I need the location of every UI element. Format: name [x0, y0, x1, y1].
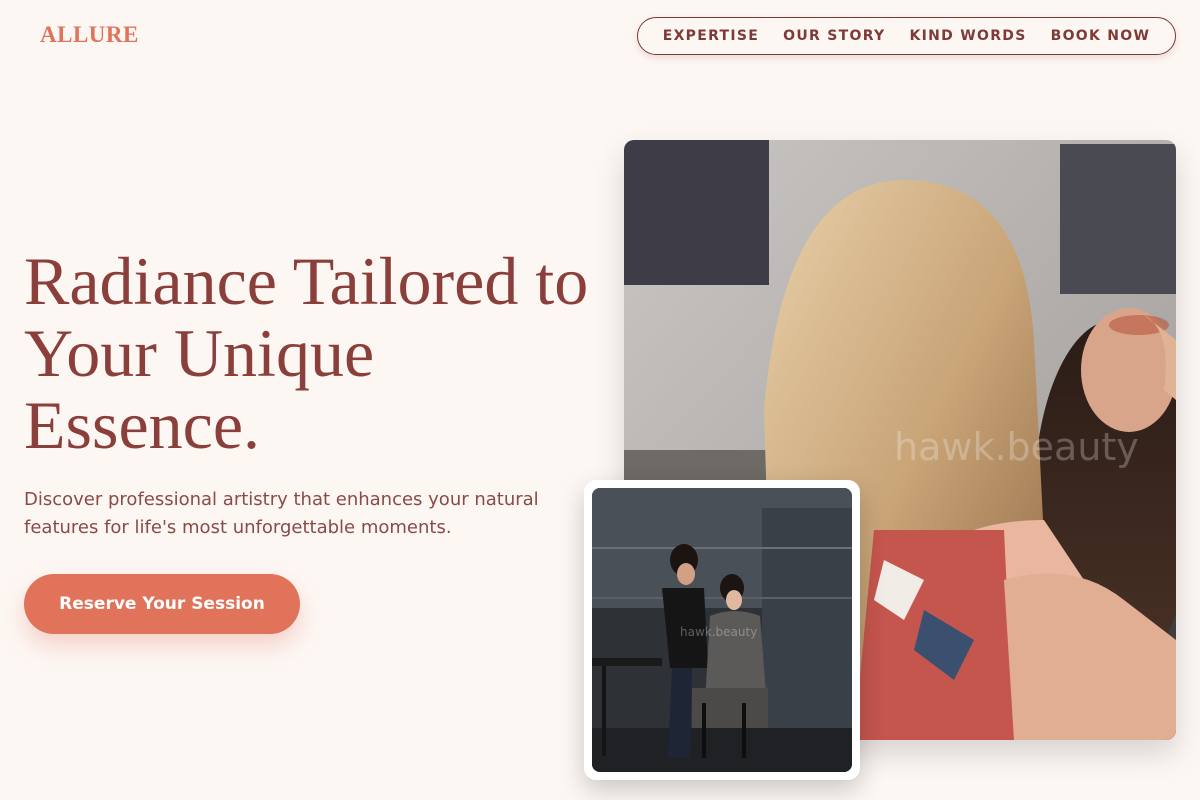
brand-logo[interactable]: ALLURE: [40, 22, 139, 48]
inset-image-watermark: hawk.beauty: [680, 625, 757, 639]
hero-image-watermark: hawk.beauty: [894, 425, 1139, 469]
nav-link-expertise[interactable]: EXPERTISE: [663, 28, 759, 44]
main-navigation: EXPERTISE OUR STORY KIND WORDS BOOK NOW: [637, 17, 1176, 55]
nav-link-our-story[interactable]: OUR STORY: [783, 28, 885, 44]
hero-subtext: Discover professional artistry that enha…: [24, 489, 539, 538]
reserve-session-button[interactable]: Reserve Your Session: [24, 574, 300, 634]
nav-link-kind-words[interactable]: KIND WORDS: [909, 28, 1026, 44]
inset-image-backstage-makeup: hawk.beauty: [592, 488, 852, 772]
hero-headline: Radiance Tailored to Your Unique Essence…: [24, 243, 589, 463]
nav-link-book-now[interactable]: BOOK NOW: [1051, 28, 1151, 44]
inset-image-frame: hawk.beauty: [584, 480, 860, 780]
